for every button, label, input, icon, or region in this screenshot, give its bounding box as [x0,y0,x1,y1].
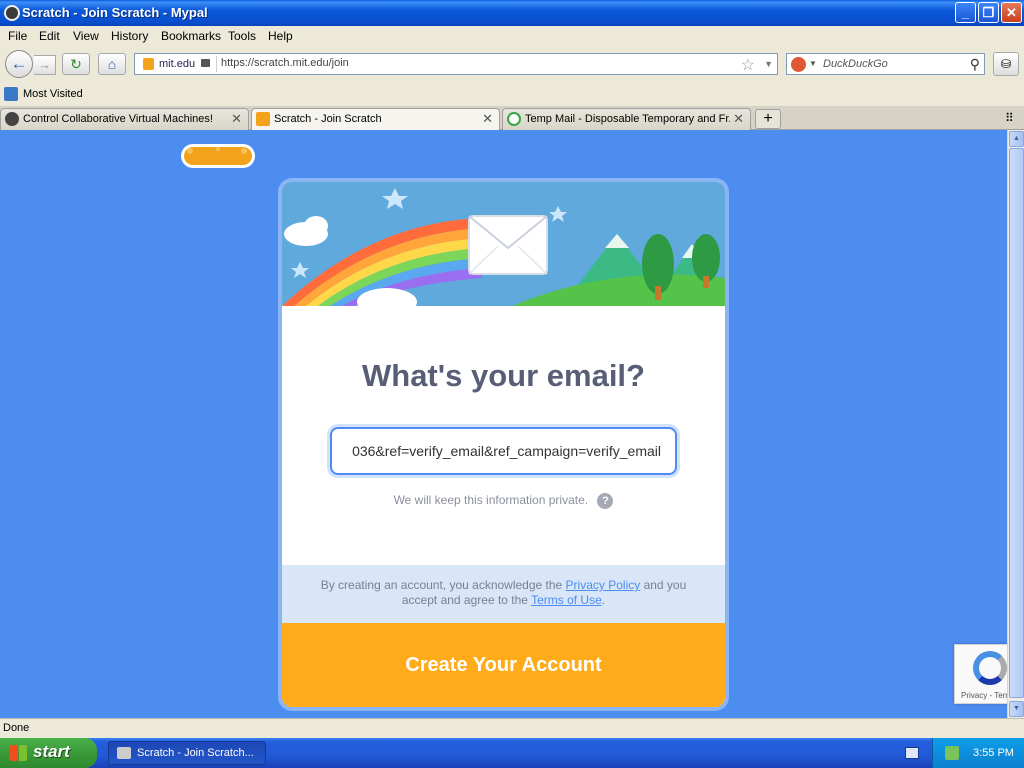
duckduckgo-icon[interactable] [791,57,806,72]
site-favicon-icon [143,58,154,70]
tab-strip: Control Collaborative Virtual Machines! … [0,106,1024,131]
scroll-thumb[interactable] [1009,148,1024,698]
recaptcha-links[interactable]: Privacy - Terms [961,691,1007,700]
windows-logo-icon [10,745,27,761]
email-field[interactable] [330,427,677,475]
scroll-up-button[interactable]: ▲ [1009,131,1024,147]
status-bar: Done [0,718,1024,738]
gear-favicon-icon [5,112,19,126]
scratch-favicon-icon [256,112,270,126]
menu-edit[interactable]: Edit [39,29,60,43]
clock[interactable]: 3:55 PM [973,747,1014,759]
new-tab-button[interactable]: + [755,109,781,129]
page-content: What's your email? We will keep this inf… [0,130,1007,718]
privacy-policy-link[interactable]: Privacy Policy [566,578,641,592]
home-button[interactable]: ⌂ [98,53,126,75]
bookmark-most-visited[interactable]: Most Visited [23,88,83,100]
start-label: start [33,742,70,761]
lock-icon [201,59,210,67]
search-bar[interactable]: ▼ DuckDuckGo ⚲ [786,53,985,75]
windows-taskbar: start Scratch - Join Scratch... 3:55 PM [0,738,1024,768]
start-button[interactable]: start [0,738,97,768]
window-title: Scratch - Join Scratch - Mypal [22,5,208,20]
create-account-button[interactable]: Create Your Account [282,623,725,707]
close-tab-icon[interactable]: ✕ [482,111,493,127]
tab-label: Scratch - Join Scratch [274,113,382,125]
privacy-note-text: We will keep this information private. [393,493,589,508]
menu-tools[interactable]: Tools [228,29,256,43]
most-visited-icon [4,87,18,101]
extension-button[interactable]: ⛁ [993,52,1019,76]
header-illustration [282,182,725,306]
back-arrow-icon: ← [10,54,28,73]
legal-notice: By creating an account, you acknowledge … [282,565,725,623]
keyboard-icon[interactable] [905,747,919,759]
menu-bar: File Edit View History Bookmarks Tools H… [0,26,1024,46]
bookmarks-toolbar: Most Visited [0,84,1024,106]
reload-icon: ↻ [70,56,82,72]
help-icon[interactable]: ? [597,493,614,509]
tab-label: Control Collaborative Virtual Machines! [23,113,213,125]
tab-list-icon[interactable]: ⠿ [1005,111,1014,125]
network-icon[interactable] [945,746,959,760]
navigation-toolbar: ← → ↻ ⌂ mit.edu https://scratch.mit.edu/… [0,46,1024,84]
maximize-button[interactable]: ❐ [978,2,999,23]
window-titlebar: Scratch - Join Scratch - Mypal _ ❐ ✕ [0,0,1024,26]
forward-arrow-icon: → [38,57,51,72]
url-dropdown-icon[interactable]: ▼ [764,59,773,69]
privacy-note: We will keep this information private. ? [282,493,725,509]
forward-button[interactable]: → [34,55,56,75]
status-text: Done [3,722,30,734]
recaptcha-icon [973,651,1007,685]
close-tab-icon[interactable]: ✕ [231,111,242,127]
minimize-button[interactable]: _ [955,2,976,23]
system-tray: 3:55 PM [932,738,1024,768]
scratch-logo[interactable] [180,142,256,170]
vertical-scrollbar[interactable]: ▲ ▼ [1007,130,1024,718]
search-icon[interactable]: ⚲ [970,56,980,73]
recaptcha-badge[interactable]: Privacy - Terms [954,644,1007,704]
taskbar-item-scratch[interactable]: Scratch - Join Scratch... [108,741,266,765]
menu-bookmarks[interactable]: Bookmarks [161,29,221,43]
terms-of-use-link[interactable]: Terms of Use [531,593,602,607]
join-card: What's your email? We will keep this inf… [282,182,725,707]
home-icon: ⌂ [107,56,117,72]
menu-view[interactable]: View [73,29,99,43]
tab-temp-mail[interactable]: Temp Mail - Disposable Temporary and Fr.… [502,108,751,130]
search-input[interactable]: DuckDuckGo [823,58,888,70]
tab-control-vms[interactable]: Control Collaborative Virtual Machines! … [0,108,249,130]
page-title: What's your email? [362,358,645,393]
search-engine-dropdown-icon[interactable]: ▼ [809,59,817,68]
mypal-app-icon [4,5,20,21]
menu-help[interactable]: Help [268,29,293,43]
bookmark-star-icon[interactable]: ☆ [741,55,755,75]
loading-spinner-icon [507,112,521,126]
reload-button[interactable]: ↻ [62,53,90,75]
taskbar-item-label: Scratch - Join Scratch... [137,747,254,759]
tab-scratch-join[interactable]: Scratch - Join Scratch ✕ [251,108,500,131]
url-text[interactable]: https://scratch.mit.edu/join [221,57,349,69]
address-bar[interactable]: mit.edu https://scratch.mit.edu/join ☆ ▼ [134,53,778,75]
tab-label: Temp Mail - Disposable Temporary and Fr.… [525,113,730,125]
close-tab-icon[interactable]: ✕ [733,111,744,127]
plus-icon: + [763,110,773,127]
menu-file[interactable]: File [8,29,27,43]
scroll-down-button[interactable]: ▼ [1009,701,1024,717]
back-button[interactable]: ← [5,50,33,78]
extension-icon: ⛁ [1000,57,1012,71]
menu-history[interactable]: History [111,29,148,43]
site-identity-label: mit.edu [159,58,196,70]
legal-suffix-text: . [601,593,606,607]
site-identity-button[interactable]: mit.edu [137,56,217,72]
close-window-button[interactable]: ✕ [1001,2,1022,23]
legal-prefix-text: By creating an account, you acknowledge … [320,578,566,592]
browser-icon [117,747,131,759]
